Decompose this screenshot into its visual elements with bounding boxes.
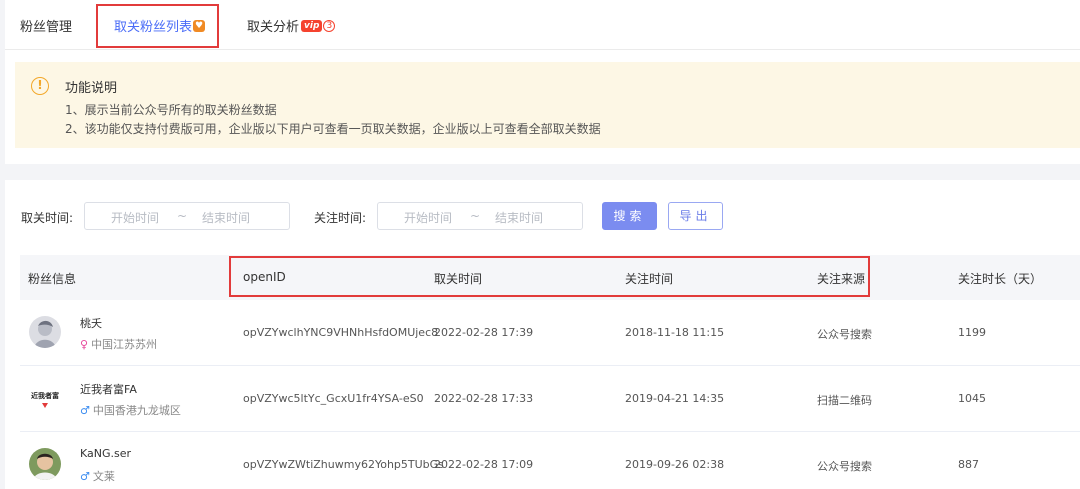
cell-duration: 1045 bbox=[958, 392, 986, 405]
warning-icon: ! bbox=[31, 77, 49, 95]
avatar bbox=[29, 316, 61, 348]
header-duration: 关注时长（天） bbox=[958, 272, 1043, 286]
header-fan-info: 粉丝信息 bbox=[28, 272, 77, 286]
follow-time-label: 关注时间: bbox=[314, 211, 367, 225]
fan-name[interactable]: KaNG.ser bbox=[80, 447, 131, 460]
feature-notice: ! 功能说明 1、展示当前公众号所有的取关粉丝数据 2、该功能仅支持付费版可用，… bbox=[15, 62, 1080, 148]
active-tab-highlight-box bbox=[96, 4, 219, 48]
fan-name[interactable]: 近我者富FA bbox=[80, 381, 137, 397]
table-row[interactable]: 近我者富 近我者富FA ♂ 中国香港九龙城区 opVZYwc5ltYc_GcxU1… bbox=[20, 366, 1080, 432]
notice-line-2: 2、该功能仅支持付费版可用，企业版以下用户可查看一页取关数据，企业版以上可查看全… bbox=[65, 122, 601, 136]
cell-follow-time: 2019-09-26 02:38 bbox=[625, 458, 725, 471]
table-row[interactable]: KaNG.ser ♂ 文莱 opVZYwZWtiZhuwmy62Yohp5TUbG… bbox=[20, 432, 1080, 489]
unfollow-time-range-input[interactable]: 开始时间 ~ 结束时间 bbox=[84, 202, 290, 230]
follow-start-placeholder: 开始时间 bbox=[404, 211, 453, 225]
avatar-logo-mark bbox=[42, 403, 48, 408]
range-separator: ~ bbox=[177, 209, 188, 223]
notice-line-1: 1、展示当前公众号所有的取关粉丝数据 bbox=[65, 103, 277, 117]
cell-duration: 1199 bbox=[958, 326, 986, 339]
table-row[interactable]: 桃夭 ♀ 中国江苏苏州 opVZYwclhYNC9VHNhHsfdOMUjec8 … bbox=[20, 300, 1080, 366]
fan-location-text: 中国江苏苏州 bbox=[91, 338, 158, 351]
cell-source: 扫描二维码 bbox=[817, 394, 872, 407]
tab-unfollow-analysis-label: 取关分析 bbox=[247, 20, 300, 35]
cell-unfollow-time: 2022-02-28 17:09 bbox=[434, 458, 534, 471]
vip-count-badge: 3 bbox=[323, 20, 336, 32]
cell-unfollow-time: 2022-02-28 17:39 bbox=[434, 326, 534, 339]
search-button[interactable]: 搜索 bbox=[602, 202, 657, 230]
columns-highlight-box bbox=[229, 256, 870, 297]
cell-follow-time: 2018-11-18 11:15 bbox=[625, 326, 725, 339]
cell-duration: 887 bbox=[958, 458, 979, 471]
range-separator: ~ bbox=[470, 209, 481, 223]
unfollow-start-placeholder: 开始时间 bbox=[111, 211, 160, 225]
fan-location-text: 中国香港九龙城区 bbox=[92, 404, 181, 417]
fan-name[interactable]: 桃夭 bbox=[80, 315, 102, 331]
unfollow-end-placeholder: 结束时间 bbox=[202, 211, 251, 225]
fan-location: ♂ 中国香港九龙城区 bbox=[80, 402, 181, 418]
female-gender-icon: ♀ bbox=[80, 338, 89, 351]
male-gender-icon: ♂ bbox=[80, 470, 90, 483]
follow-time-range-input[interactable]: 开始时间 ~ 结束时间 bbox=[377, 202, 583, 230]
fan-location: ♂ 文莱 bbox=[80, 468, 115, 484]
unfollow-time-label: 取关时间: bbox=[21, 211, 74, 225]
export-button[interactable]: 导出 bbox=[668, 202, 723, 230]
cell-source: 公众号搜索 bbox=[817, 328, 872, 341]
fan-location-text: 文莱 bbox=[92, 470, 115, 483]
tab-unfollow-analysis[interactable]: 取关分析 vip 3 bbox=[247, 16, 336, 35]
cell-openid: opVZYwc5ltYc_GcxU1fr4YSA-eS0 bbox=[243, 392, 424, 405]
notice-title: 功能说明 bbox=[65, 81, 118, 96]
cell-openid: opVZYwclhYNC9VHNhHsfdOMUjec8 bbox=[243, 326, 439, 339]
cell-unfollow-time: 2022-02-28 17:33 bbox=[434, 392, 534, 405]
follow-end-placeholder: 结束时间 bbox=[495, 211, 544, 225]
main-panel: 取关时间: 开始时间 ~ 结束时间 关注时间: 开始时间 ~ 结束时间 搜索 导… bbox=[5, 180, 1080, 489]
fan-location: ♀ 中国江苏苏州 bbox=[80, 336, 157, 352]
avatar-logo-text: 近我者富 bbox=[31, 392, 59, 400]
avatar bbox=[29, 448, 61, 480]
cell-openid: opVZYwZWtiZhuwmy62Yohp5TUbGs bbox=[243, 458, 444, 471]
cell-follow-time: 2019-04-21 14:35 bbox=[625, 392, 725, 405]
vip-badge: vip bbox=[301, 20, 323, 32]
avatar: 近我者富 bbox=[29, 382, 61, 414]
male-gender-icon: ♂ bbox=[80, 404, 90, 417]
cell-source: 公众号搜索 bbox=[817, 460, 872, 473]
tab-fan-management[interactable]: 粉丝管理 bbox=[20, 16, 72, 35]
